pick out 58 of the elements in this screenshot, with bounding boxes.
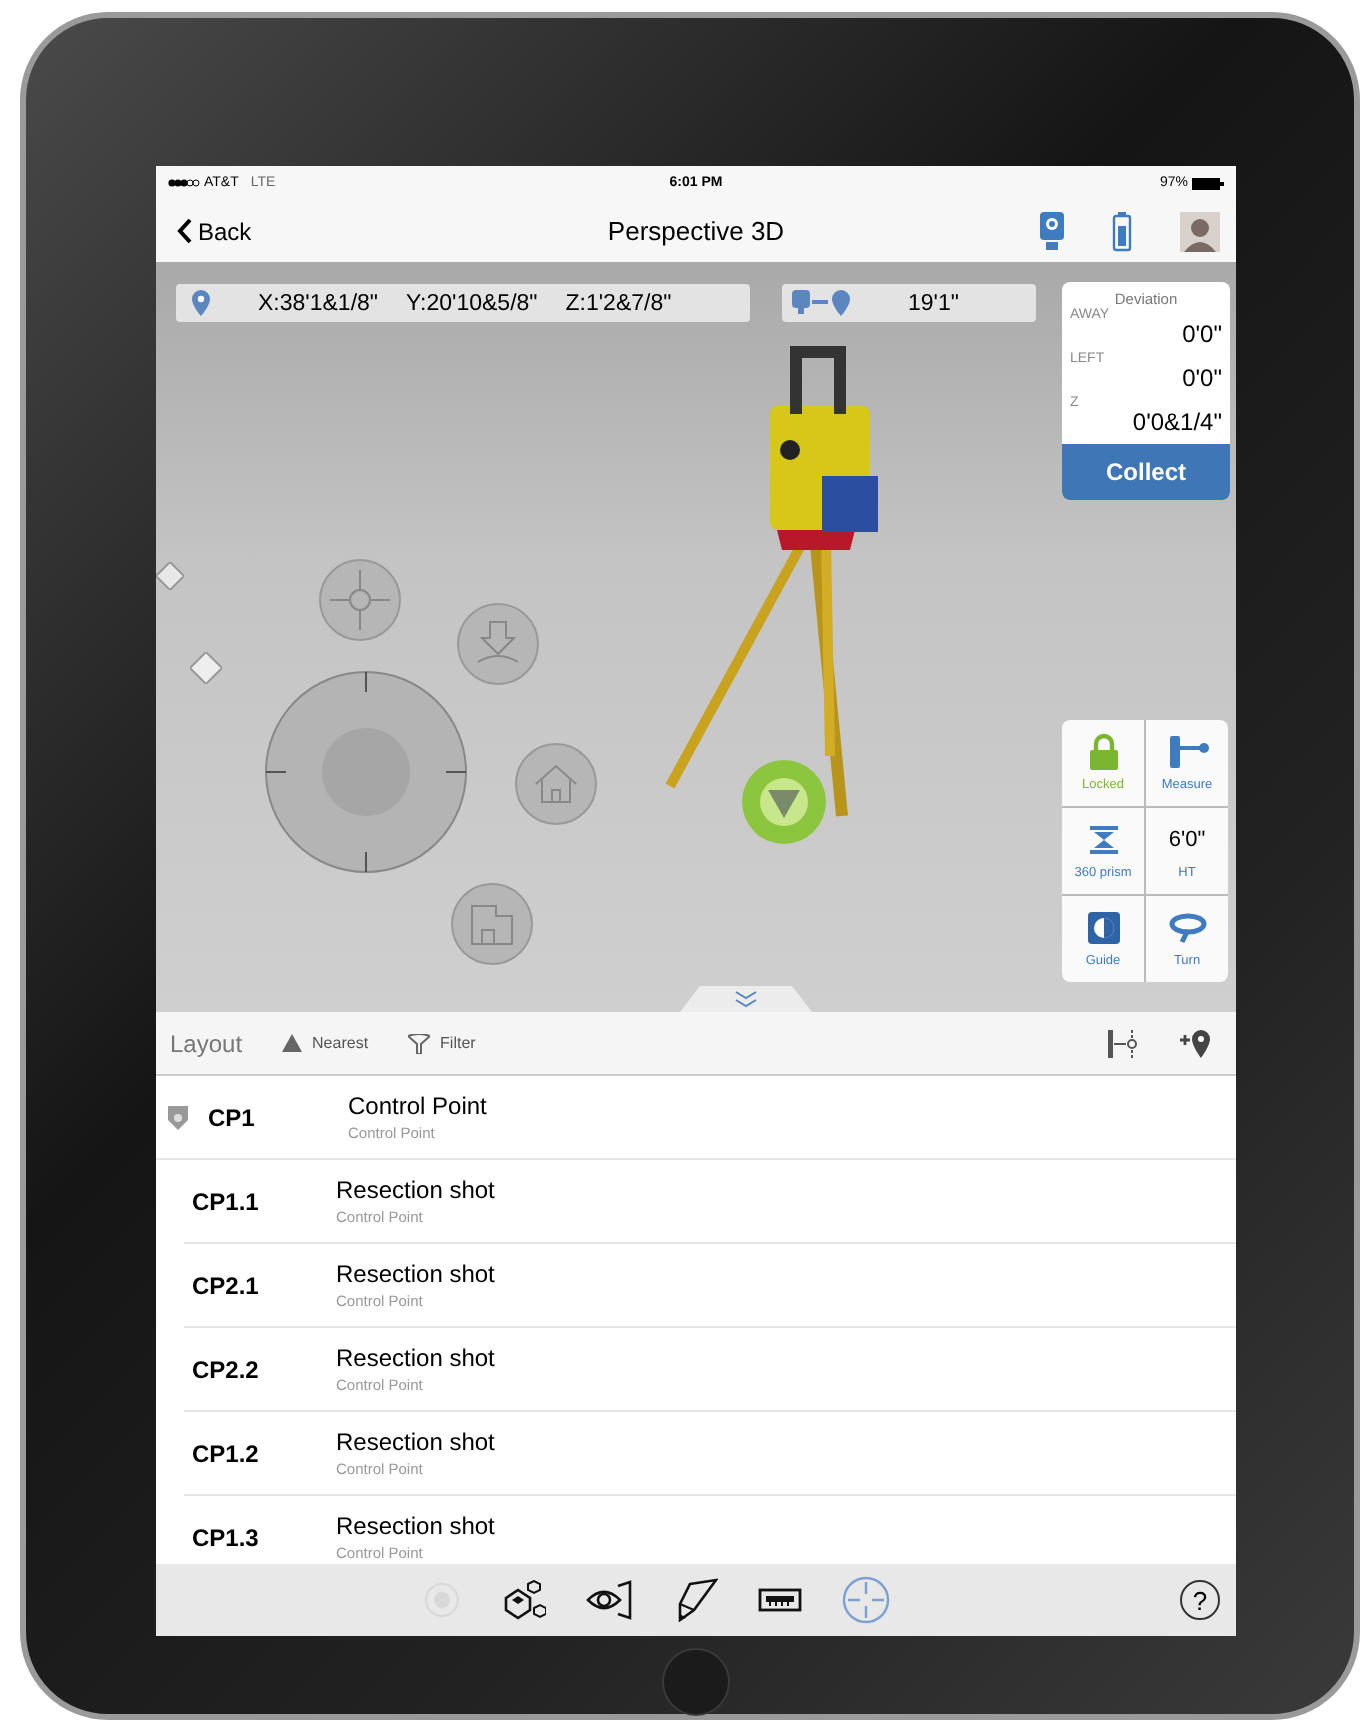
y-coordinate: Y:20'10&5/8" [406, 291, 538, 315]
back-chevron-icon [176, 218, 192, 244]
guide-icon [1087, 908, 1119, 948]
back-button[interactable]: Back [176, 217, 252, 245]
point-id: CP2.1 [190, 1271, 261, 1299]
marker-drawing [156, 562, 184, 590]
prism-icon [1089, 820, 1117, 860]
screen-title: Perspective 3D [607, 216, 785, 246]
point-name: Resection shot [336, 1512, 495, 1540]
instrument-icon[interactable] [1040, 211, 1064, 251]
prism-drawing [740, 758, 828, 846]
list-title: Layout [170, 1029, 243, 1057]
deviation-value: 0'0" [1180, 364, 1222, 392]
deviation-value: 0'0&1/4" [1130, 408, 1222, 436]
battery-icon[interactable] [1112, 211, 1132, 251]
eye-icon[interactable] [586, 1580, 634, 1620]
cubes-icon[interactable] [502, 1580, 546, 1620]
triangle-icon [282, 1034, 303, 1052]
signal-icon [168, 178, 200, 188]
crosshair-icon[interactable] [842, 1576, 890, 1624]
sort-button[interactable]: Nearest [282, 1034, 369, 1052]
point-id: CP1 [206, 1103, 257, 1131]
add-point-icon[interactable] [1180, 1027, 1212, 1059]
location-pin-icon [192, 290, 210, 316]
pen-icon[interactable] [674, 1578, 718, 1622]
point-id: CP1.1 [190, 1187, 261, 1215]
marker-drawing [190, 652, 222, 684]
point-name: Resection shot [336, 1260, 495, 1288]
filter-button[interactable]: Filter [408, 1033, 476, 1053]
ruler-icon[interactable] [758, 1588, 802, 1612]
battery-icon [1192, 177, 1224, 189]
joystick-icon[interactable] [264, 670, 468, 874]
point-id: CP2.2 [190, 1355, 261, 1383]
avatar-icon[interactable] [1180, 211, 1220, 251]
instrument-height-value: 6'0" [1168, 826, 1206, 856]
point-name: Resection shot [336, 1428, 495, 1456]
deviation-value: 0'0" [1180, 320, 1222, 348]
point-id: CP1.3 [190, 1523, 261, 1551]
point-name: Resection shot [336, 1344, 495, 1372]
floor-plan-icon[interactable] [450, 882, 534, 966]
double-chevron-icon [734, 990, 758, 1008]
help-button[interactable]: ? [1180, 1580, 1220, 1620]
z-coordinate: Z:1'2&7/8" [565, 291, 672, 315]
point-name: Control Point [348, 1092, 487, 1120]
offset-line-icon[interactable] [1108, 1027, 1140, 1059]
collect-button[interactable]: Collect [1062, 444, 1230, 500]
point-name: Resection shot [336, 1176, 495, 1204]
lock-icon [1087, 732, 1119, 772]
measure-icon [1165, 732, 1209, 772]
point-id: CP1.2 [190, 1439, 261, 1467]
home-icon[interactable] [514, 742, 598, 826]
filter-icon [408, 1033, 431, 1053]
pan-icon[interactable] [318, 558, 402, 642]
distance-icon [792, 290, 852, 316]
shield-icon [168, 1105, 188, 1129]
x-coordinate: X:38'1&1/8" [258, 291, 378, 315]
rotate-icon [1167, 908, 1207, 948]
distance-value: 19'1" [908, 291, 959, 315]
